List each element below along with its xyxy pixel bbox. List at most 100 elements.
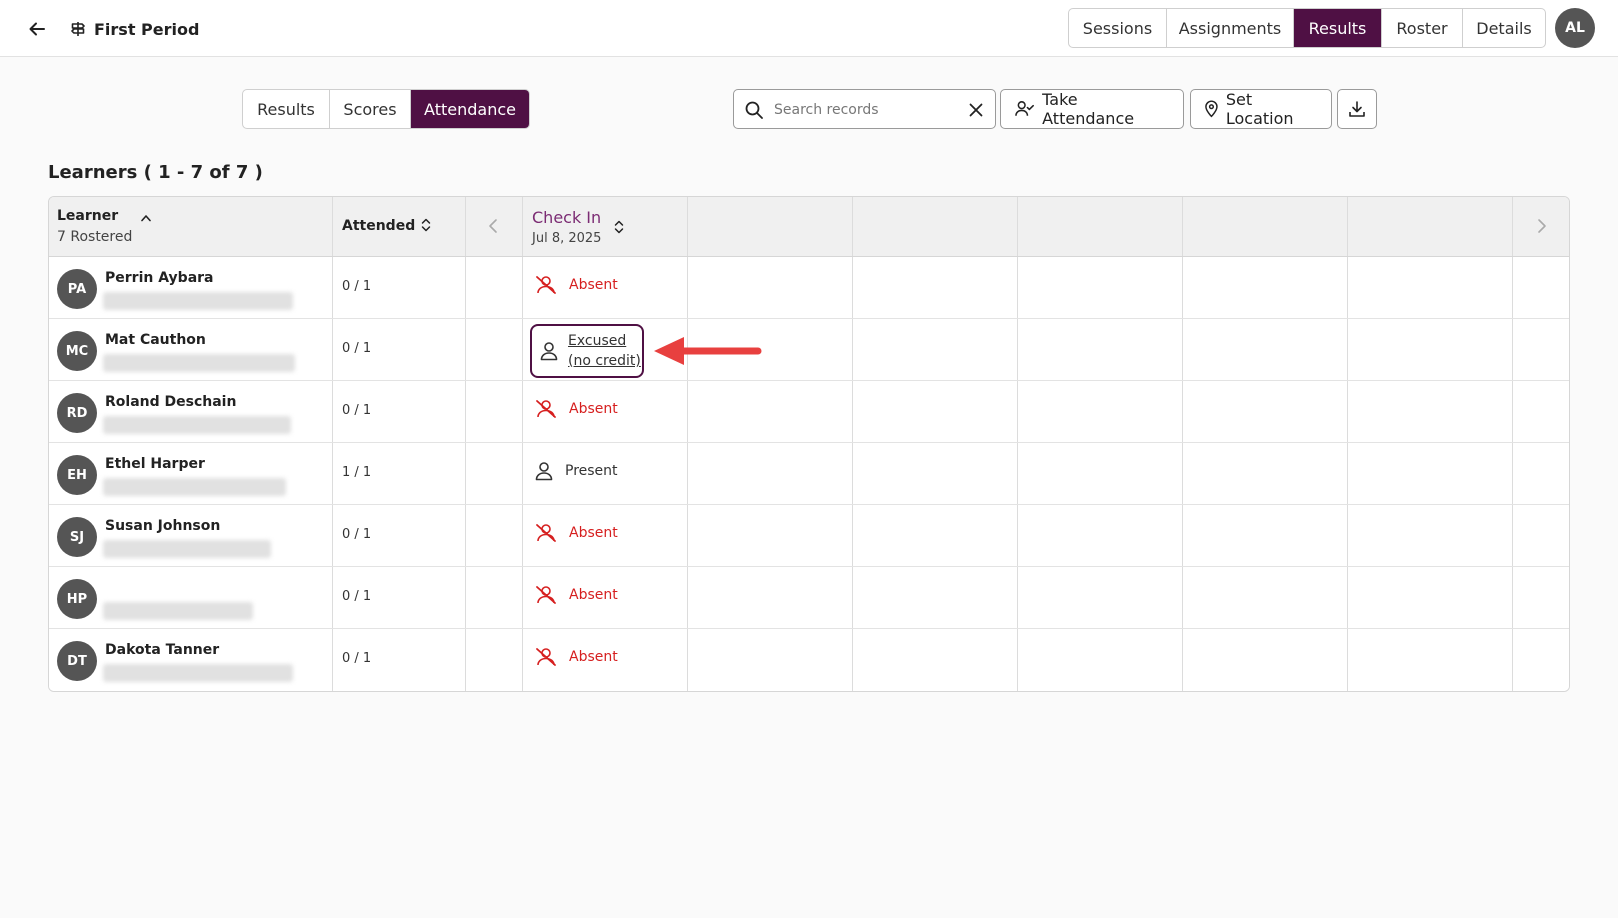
- redacted-email: [103, 416, 291, 434]
- user-x-icon: [536, 648, 556, 666]
- clear-search-button[interactable]: [966, 100, 986, 120]
- checkin-cell: Absent: [523, 381, 688, 442]
- empty-cell: [853, 319, 1018, 380]
- take-attendance-button[interactable]: Take Attendance: [1000, 89, 1184, 129]
- download-icon: [1349, 101, 1365, 117]
- attendance-status-absent[interactable]: Absent: [535, 647, 618, 667]
- empty-column-header: [1348, 197, 1513, 256]
- avatar: RD: [57, 393, 97, 433]
- user-x-icon: [536, 586, 556, 604]
- learner-name[interactable]: Susan Johnson: [105, 518, 220, 534]
- attendance-grid: Learner 7 Rostered Attended Check In Jul…: [48, 196, 1570, 692]
- search-input[interactable]: [774, 99, 954, 121]
- avatar: MC: [57, 331, 97, 371]
- learner-cell[interactable]: SJ Susan Johnson: [49, 505, 333, 566]
- grid-header: Learner 7 Rostered Attended Check In Jul…: [49, 197, 1569, 257]
- arrow-left-icon: [29, 22, 45, 36]
- sort-icon[interactable]: [614, 220, 624, 234]
- avatar: HP: [57, 579, 97, 619]
- learner-cell[interactable]: HP: [49, 567, 333, 628]
- learner-cell[interactable]: PA Perrin Aybara: [49, 257, 333, 318]
- nav-spacer-cell: [1513, 505, 1569, 566]
- table-row: EH Ethel Harper 1 / 1 Present: [49, 443, 1569, 505]
- attendance-status-absent[interactable]: Absent: [535, 275, 618, 295]
- attended-cell: 0 / 1: [333, 257, 466, 318]
- user-avatar[interactable]: AL: [1555, 8, 1595, 48]
- next-sessions-button[interactable]: [1513, 197, 1569, 256]
- view-tabs: Results Scores Attendance: [242, 89, 530, 129]
- table-row: DT Dakota Tanner 0 / 1 Absent: [49, 629, 1569, 691]
- attended-value: 1 / 1: [342, 465, 372, 480]
- table-row: SJ Susan Johnson 0 / 1 Absent: [49, 505, 1569, 567]
- empty-column-header: [688, 197, 853, 256]
- attendance-status-excused[interactable]: Excused (no credit): [530, 324, 644, 378]
- attendance-status-absent[interactable]: Absent: [535, 523, 618, 543]
- attended-value: 0 / 1: [342, 279, 372, 294]
- sort-icon[interactable]: [421, 218, 431, 232]
- tab-results[interactable]: Results: [1294, 9, 1382, 47]
- tab-sessions[interactable]: Sessions: [1069, 9, 1167, 47]
- learner-cell[interactable]: DT Dakota Tanner: [49, 629, 333, 691]
- attendance-status-absent[interactable]: Absent: [535, 399, 618, 419]
- redacted-email: [103, 478, 286, 496]
- chevron-left-icon: [489, 219, 497, 233]
- subtab-attendance[interactable]: Attendance: [411, 90, 529, 128]
- learner-cell[interactable]: RD Roland Deschain: [49, 381, 333, 442]
- download-button[interactable]: [1337, 89, 1377, 129]
- learner-cell[interactable]: EH Ethel Harper: [49, 443, 333, 504]
- back-button[interactable]: [24, 16, 50, 42]
- top-bar: First Period Sessions Assignments Result…: [0, 0, 1618, 57]
- attendance-status-absent[interactable]: Absent: [535, 585, 618, 605]
- learner-name[interactable]: Ethel Harper: [105, 456, 205, 472]
- empty-cell: [688, 381, 853, 442]
- redacted-email: [103, 292, 293, 310]
- attended-cell: 1 / 1: [333, 443, 466, 504]
- attended-column-header[interactable]: Attended: [333, 197, 466, 256]
- redacted-email: [103, 664, 293, 682]
- checkin-column-header[interactable]: Check In Jul 8, 2025: [523, 197, 688, 256]
- empty-cell: [1183, 567, 1348, 628]
- table-row: MC Mat Cauthon 0 / 1 Excused (no credit): [49, 319, 1569, 381]
- subtab-results[interactable]: Results: [243, 90, 330, 128]
- nav-spacer-cell: [466, 257, 523, 318]
- attended-cell: 0 / 1: [333, 319, 466, 380]
- learner-name[interactable]: Perrin Aybara: [105, 270, 214, 286]
- status-label: Absent: [569, 587, 618, 603]
- nav-spacer-cell: [466, 629, 523, 691]
- user-x-icon: [536, 400, 556, 418]
- sort-ascending-icon[interactable]: [141, 214, 151, 222]
- learner-column-header[interactable]: Learner 7 Rostered: [49, 197, 333, 256]
- close-icon: [969, 103, 983, 117]
- checkin-cell: Absent: [523, 629, 688, 691]
- redacted-email: [103, 602, 253, 620]
- empty-cell: [1348, 629, 1513, 691]
- top-tabs: Sessions Assignments Results Roster Deta…: [1068, 8, 1546, 48]
- avatar: DT: [57, 641, 97, 681]
- prev-sessions-button[interactable]: [466, 197, 523, 256]
- empty-cell: [853, 505, 1018, 566]
- nav-spacer-cell: [466, 567, 523, 628]
- tab-assignments[interactable]: Assignments: [1167, 9, 1294, 47]
- empty-cell: [1183, 381, 1348, 442]
- tab-roster[interactable]: Roster: [1382, 9, 1463, 47]
- learner-cell[interactable]: MC Mat Cauthon: [49, 319, 333, 380]
- avatar: PA: [57, 269, 97, 309]
- set-location-button[interactable]: Set Location: [1190, 89, 1332, 129]
- table-row: RD Roland Deschain 0 / 1 Absent: [49, 381, 1569, 443]
- attendance-status-present[interactable]: Present: [535, 461, 618, 481]
- learner-name[interactable]: Roland Deschain: [105, 394, 236, 410]
- learner-header-label: Learner: [57, 208, 119, 224]
- learner-name[interactable]: Dakota Tanner: [105, 642, 219, 658]
- set-location-label: Set Location: [1225, 90, 1294, 128]
- tab-details[interactable]: Details: [1463, 9, 1545, 47]
- nav-spacer-cell: [466, 443, 523, 504]
- attended-cell: 0 / 1: [333, 505, 466, 566]
- empty-cell: [853, 257, 1018, 318]
- nav-spacer-cell: [466, 319, 523, 380]
- attended-cell: 0 / 1: [333, 381, 466, 442]
- attended-value: 0 / 1: [342, 527, 372, 542]
- learner-name[interactable]: Mat Cauthon: [105, 332, 206, 348]
- nav-spacer-cell: [1513, 567, 1569, 628]
- subtab-scores[interactable]: Scores: [330, 90, 411, 128]
- nav-spacer-cell: [466, 505, 523, 566]
